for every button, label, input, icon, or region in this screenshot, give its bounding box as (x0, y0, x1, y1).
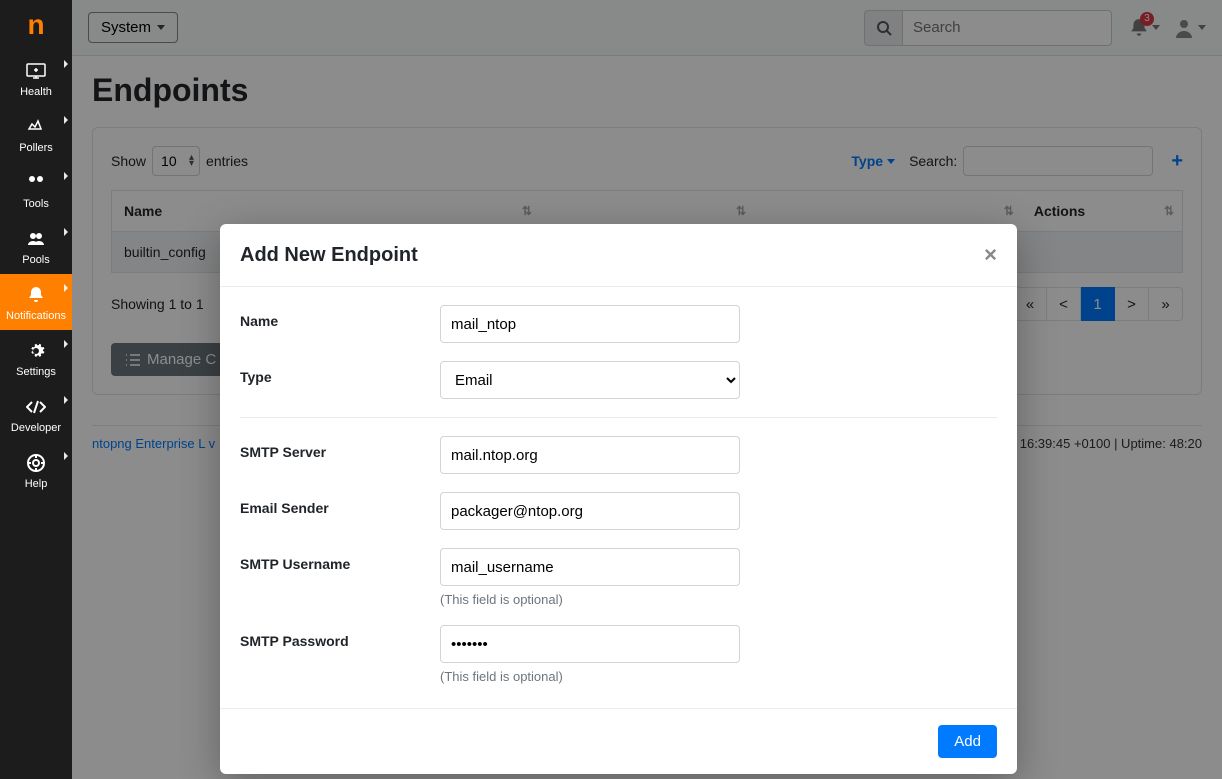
sidebar: n Health Pollers Tools Pools Notificatio (0, 0, 72, 779)
smtp-password-input[interactable] (440, 625, 740, 663)
chevron-right-icon (64, 116, 68, 124)
password-hint: (This field is optional) (440, 669, 742, 684)
sidebar-item-label: Pools (22, 254, 50, 266)
chevron-right-icon (64, 60, 68, 68)
label-name: Name (240, 305, 440, 329)
code-icon (26, 396, 46, 418)
chevron-right-icon (64, 228, 68, 236)
chevron-right-icon (64, 172, 68, 180)
sidebar-item-label: Tools (23, 198, 49, 210)
sidebar-item-help[interactable]: Help (0, 442, 72, 498)
pollers-icon (26, 116, 46, 138)
name-input[interactable] (440, 305, 740, 343)
bell-icon (28, 284, 44, 306)
chevron-right-icon (64, 396, 68, 404)
modal-title: Add New Endpoint (240, 244, 418, 267)
sidebar-item-pools[interactable]: Pools (0, 218, 72, 274)
gear-icon (27, 340, 45, 362)
logo[interactable]: n (0, 0, 72, 50)
smtp-server-input[interactable] (440, 436, 740, 474)
label-smtp-server: SMTP Server (240, 436, 440, 460)
help-icon (27, 452, 45, 474)
label-smtp-username: SMTP Username (240, 548, 440, 572)
sidebar-item-developer[interactable]: Developer (0, 386, 72, 442)
sidebar-item-health[interactable]: Health (0, 50, 72, 106)
modal-header: Add New Endpoint × (220, 224, 1017, 287)
pools-icon (26, 228, 46, 250)
sidebar-item-label: Settings (16, 366, 56, 378)
modal-footer: Add (220, 708, 1017, 774)
label-smtp-password: SMTP Password (240, 625, 440, 649)
logo-text: n (27, 9, 44, 41)
add-endpoint-modal: Add New Endpoint × Name Type Email SMTP … (220, 224, 1017, 774)
sidebar-item-notifications[interactable]: Notifications (0, 274, 72, 330)
label-type: Type (240, 361, 440, 385)
chevron-right-icon (64, 340, 68, 348)
sidebar-item-label: Health (20, 86, 52, 98)
smtp-username-input[interactable] (440, 548, 740, 586)
sidebar-item-settings[interactable]: Settings (0, 330, 72, 386)
sidebar-item-label: Notifications (6, 310, 66, 322)
label-email-sender: Email Sender (240, 492, 440, 516)
sidebar-item-label: Developer (11, 422, 61, 434)
add-button[interactable]: Add (938, 725, 997, 758)
email-sender-input[interactable] (440, 492, 740, 530)
sidebar-item-label: Help (25, 478, 48, 490)
chevron-right-icon (64, 452, 68, 460)
sidebar-item-tools[interactable]: Tools (0, 162, 72, 218)
health-icon (26, 60, 46, 82)
tools-icon (27, 172, 45, 194)
sidebar-item-pollers[interactable]: Pollers (0, 106, 72, 162)
chevron-right-icon (64, 284, 68, 292)
sidebar-item-label: Pollers (19, 142, 53, 154)
type-select[interactable]: Email (440, 361, 740, 399)
modal-body: Name Type Email SMTP Server Email Sender (220, 287, 1017, 708)
close-icon[interactable]: × (984, 242, 997, 268)
username-hint: (This field is optional) (440, 592, 742, 607)
